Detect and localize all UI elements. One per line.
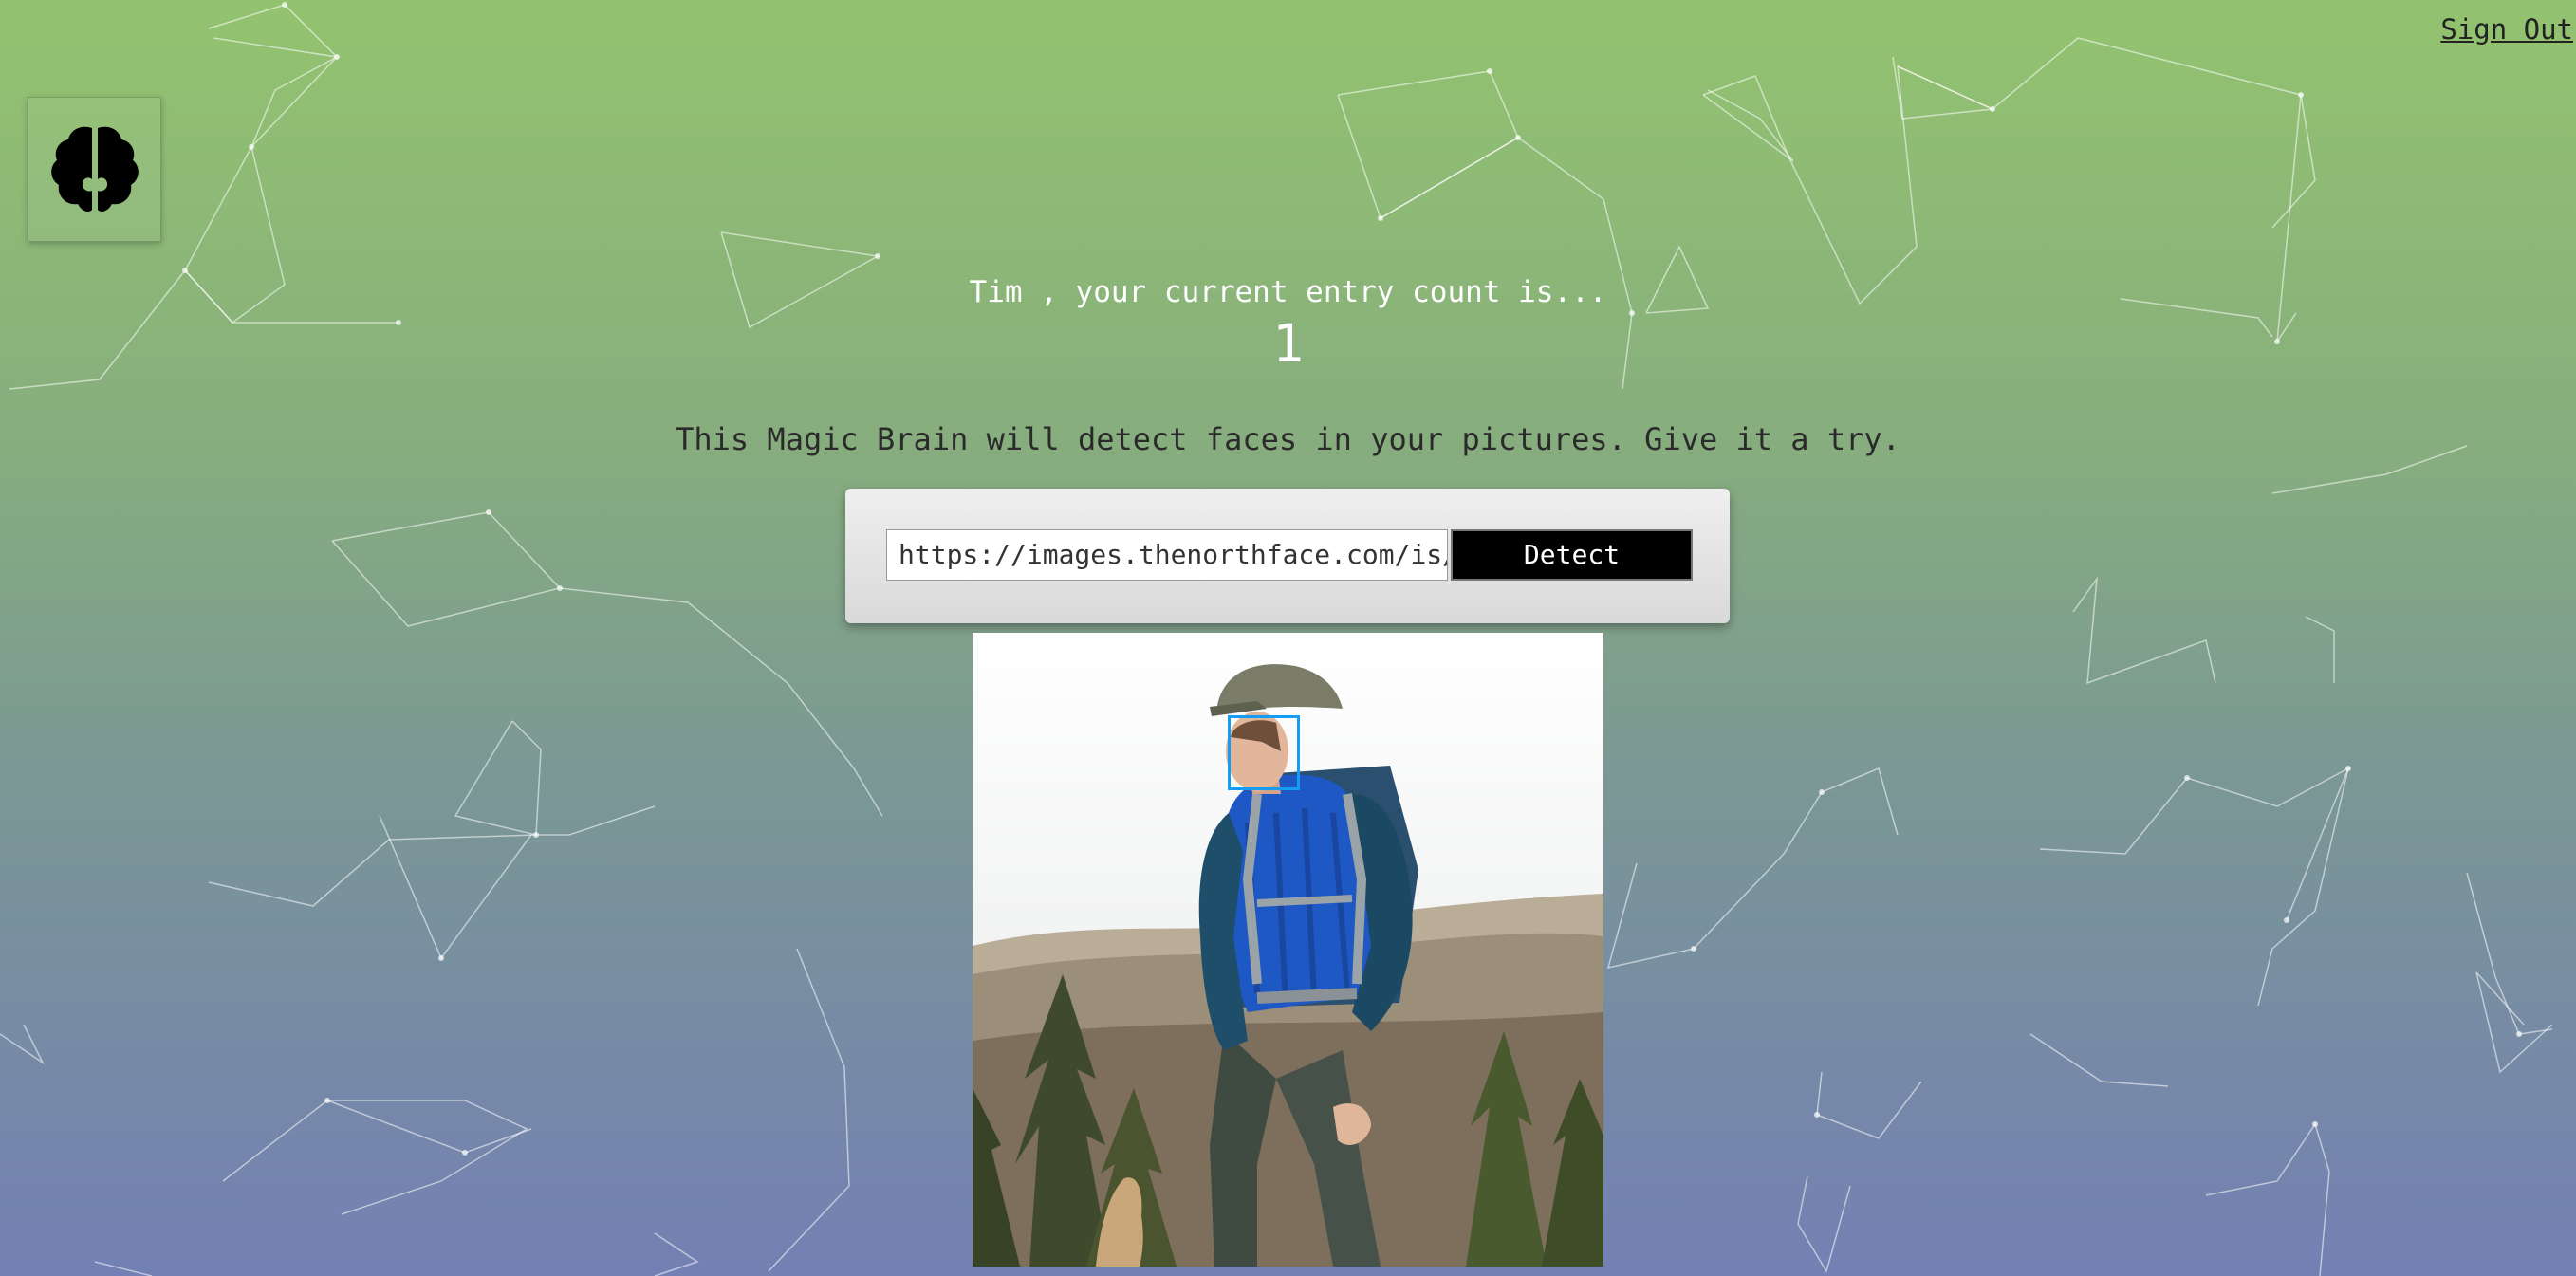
face-bounding-box [1228,715,1300,790]
brain-icon [50,126,139,212]
logo-card [28,97,161,242]
entry-count-greeting: Tim , your current entry count is... [969,275,1607,309]
tagline: This Magic Brain will detect faces in yo… [676,421,1900,457]
image-link-form: https://images.thenorthface.com/is/i Det… [845,489,1730,623]
entry-count-value: 1 [1271,313,1305,374]
detect-button[interactable]: Detect [1451,529,1693,581]
input-image [973,633,1603,1267]
image-url-input[interactable]: https://images.thenorthface.com/is/i [886,529,1448,581]
sign-out-link[interactable]: Sign Out [2440,13,2573,46]
